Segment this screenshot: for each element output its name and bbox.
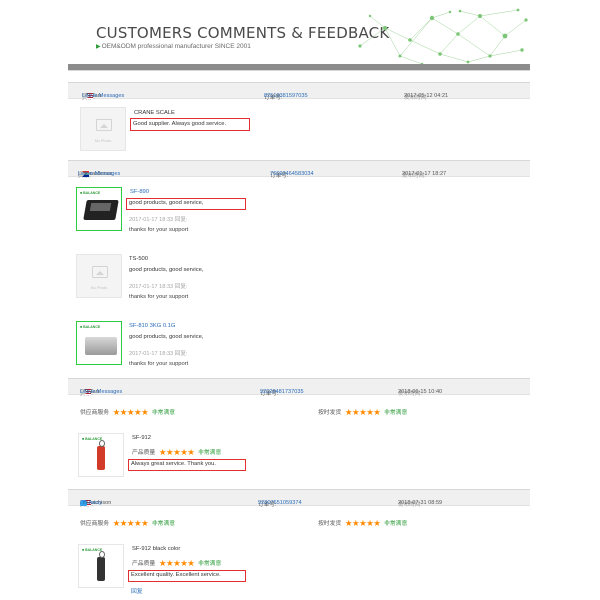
reply-meta: 2017-01-17 18:33 回复: bbox=[129, 349, 187, 357]
banner-subtitle: ▶OEM&ODM professional manufacturer SINCE… bbox=[96, 43, 251, 50]
rating-verdict: 非常满意 bbox=[151, 521, 176, 527]
order-header: 买家:GR Tarr Leave Messages 订单号: 825193815… bbox=[68, 83, 530, 101]
rating-label: 供应商服务 bbox=[80, 410, 109, 416]
reply-label: 回复: bbox=[174, 351, 188, 357]
product-name: SF-912 black color bbox=[132, 546, 181, 552]
reply-label: 回复: bbox=[174, 217, 188, 223]
rating-label: 按时发货 bbox=[318, 521, 342, 527]
five-star-icon: ★★★★★ bbox=[112, 407, 149, 417]
supplier-service-rating: 供应商服务 ★★★★★ 非常满意 bbox=[80, 407, 175, 418]
order-block: 买家:jack cardenas Leave Messages 订单号: 766… bbox=[68, 160, 530, 375]
product-thumbnail[interactable]: ■ BALANCE bbox=[78, 544, 124, 588]
five-star-icon: ★★★★★ bbox=[344, 518, 381, 528]
rating-label: 按时发货 bbox=[318, 410, 342, 416]
reply-text: thanks for your support bbox=[129, 361, 189, 367]
order-block: 买家:Al Hutchison I'm Away 订单号: 9280765105… bbox=[68, 489, 530, 600]
product-name-link[interactable]: SF-890 bbox=[130, 189, 149, 195]
order-no-link[interactable]: 92807651059374 bbox=[258, 500, 302, 506]
reply-link[interactable]: 回复 bbox=[131, 586, 143, 595]
reply-date: 2017-01-17 18:33 bbox=[129, 217, 174, 223]
rating-verdict: 非常满意 bbox=[198, 450, 222, 456]
order-block: 买家:GR Tarr Leave Messages 订单号: 920284817… bbox=[68, 378, 530, 484]
reply-label: 回复: bbox=[174, 284, 188, 290]
publish-time-value: 2017-01-17 18:27 bbox=[402, 171, 447, 177]
banner-divider-line bbox=[68, 70, 530, 71]
quality-rating: 产品质量 ★★★★★ 非常满意 bbox=[132, 447, 221, 458]
rating-label: 供应商服务 bbox=[80, 521, 109, 527]
no-photo-label: No Photo bbox=[94, 138, 112, 143]
quality-rating: 产品质量 ★★★★★ 非常满意 bbox=[132, 558, 221, 569]
order-header: 买家:Al Hutchison I'm Away 订单号: 9280765105… bbox=[68, 490, 530, 508]
publish-time-value: 2018-07-31 08:59 bbox=[398, 500, 443, 506]
shipping-rating: 按时发货 ★★★★★ 非常满意 bbox=[318, 407, 407, 418]
comment-text: Excellent quality. Excellent service. bbox=[131, 572, 221, 578]
product-name: CRANE SCALE bbox=[134, 110, 175, 116]
five-star-icon: ★★★★★ bbox=[158, 447, 195, 457]
rating-verdict: 非常满意 bbox=[198, 561, 222, 567]
order-no-link[interactable]: 92028481737035 bbox=[260, 389, 304, 395]
comment-text: good products, good service, bbox=[129, 334, 204, 340]
away-status-link[interactable]: I'm Away bbox=[80, 500, 102, 506]
crane-scale-image bbox=[97, 440, 105, 470]
product-thumbnail[interactable]: ■ BALANCE bbox=[78, 433, 124, 477]
product-name: TS-500 bbox=[129, 256, 149, 262]
network-decoration-icon bbox=[358, 8, 528, 66]
supplier-service-rating: 供应商服务 ★★★★★ 非常满意 bbox=[80, 518, 175, 529]
leave-messages-link[interactable]: Leave Messages bbox=[82, 93, 124, 99]
rating-label: 产品质量 bbox=[132, 450, 156, 456]
order-no-link[interactable]: 82519381597035 bbox=[264, 93, 308, 99]
comment-text: good products, good service, bbox=[129, 267, 204, 273]
shipping-rating: 按时发货 ★★★★★ 非常满意 bbox=[318, 518, 407, 529]
comment-text: good products, good service, bbox=[129, 200, 204, 206]
banner-subtitle-text: OEM&ODM professional manufacturer SINCE … bbox=[101, 43, 251, 50]
reply-meta: 2017-01-17 18:33 回复: bbox=[129, 282, 187, 290]
product-name: SF-912 bbox=[132, 435, 152, 441]
order-header: 买家:jack cardenas Leave Messages 订单号: 766… bbox=[68, 161, 530, 179]
comment-text: Good supplier. Always good service. bbox=[133, 121, 227, 127]
reply-text: thanks for your support bbox=[129, 227, 189, 233]
product-name-link[interactable]: SF-810 3KG 0.1G bbox=[129, 323, 175, 329]
publish-time-value: 2017-05-12 04:21 bbox=[404, 93, 449, 99]
image-placeholder-icon bbox=[92, 266, 108, 278]
five-star-icon: ★★★★★ bbox=[344, 407, 381, 417]
scale-product-image bbox=[85, 337, 117, 355]
triangle-bullet-icon: ▶ bbox=[96, 44, 101, 50]
reply-meta: 2017-01-17 18:33 回复: bbox=[129, 215, 187, 223]
publish-time-value: 2018-06-15 10:40 bbox=[398, 389, 443, 395]
image-placeholder-icon bbox=[96, 119, 112, 131]
rating-verdict: 非常满意 bbox=[384, 410, 408, 416]
five-star-icon: ★★★★★ bbox=[158, 558, 195, 568]
order-header: 买家:GR Tarr Leave Messages 订单号: 920284817… bbox=[68, 379, 530, 397]
rating-verdict: 非常满意 bbox=[151, 410, 176, 416]
crane-scale-image bbox=[97, 551, 105, 581]
rating-verdict: 非常满意 bbox=[384, 521, 408, 527]
five-star-icon: ★★★★★ bbox=[112, 518, 149, 528]
product-thumbnail[interactable]: ■ BALANCE bbox=[76, 321, 122, 365]
product-thumbnail[interactable]: No Photo bbox=[76, 254, 122, 298]
leave-messages-link[interactable]: Leave Messages bbox=[78, 171, 120, 177]
order-block: 买家:GR Tarr Leave Messages 订单号: 825193815… bbox=[68, 82, 530, 156]
scale-product-image bbox=[83, 200, 119, 220]
rating-label: 产品质量 bbox=[132, 561, 156, 567]
product-thumbnail[interactable]: No Photo bbox=[80, 107, 126, 151]
feedback-page: CUSTOMERS COMMENTS & FEEDBACK ▶OEM&ODM p… bbox=[0, 0, 600, 600]
order-no-link[interactable]: 76692464583034 bbox=[270, 171, 314, 177]
brand-logo: ■ BALANCE bbox=[80, 191, 101, 195]
reply-date: 2017-01-17 18:33 bbox=[129, 284, 174, 290]
brand-logo: ■ BALANCE bbox=[80, 325, 101, 329]
comment-text: Always great service. Thank you. bbox=[131, 461, 216, 467]
leave-messages-link[interactable]: Leave Messages bbox=[80, 389, 122, 395]
reply-date: 2017-01-17 18:33 bbox=[129, 351, 174, 357]
no-photo-label: No Photo bbox=[90, 285, 108, 290]
product-thumbnail[interactable]: ■ BALANCE bbox=[76, 187, 122, 231]
reply-text: thanks for your support bbox=[129, 294, 189, 300]
